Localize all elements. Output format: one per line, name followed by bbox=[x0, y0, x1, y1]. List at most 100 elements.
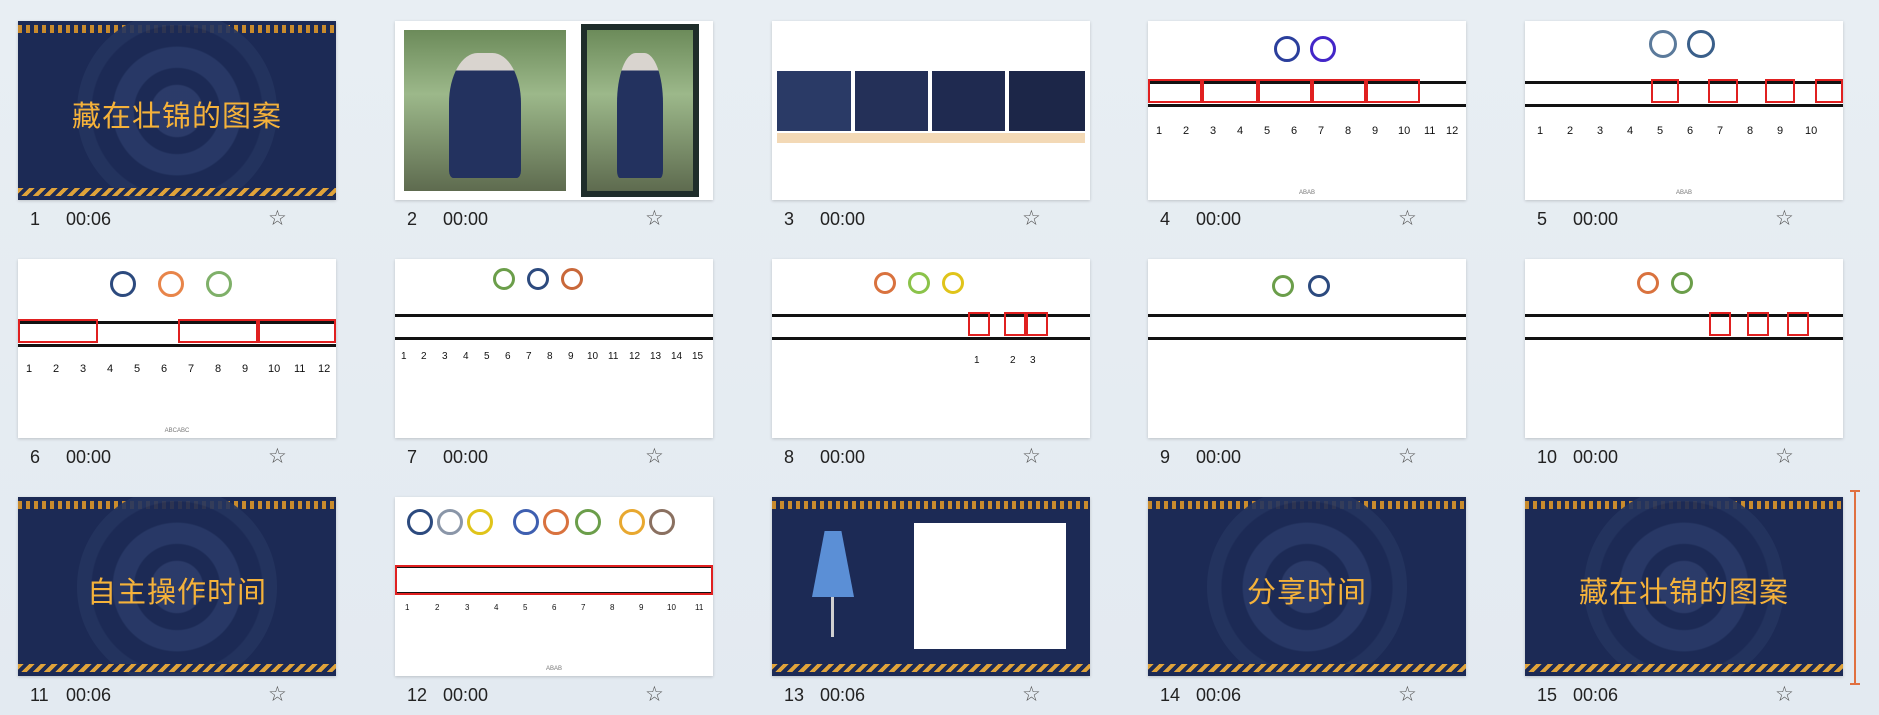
slide-footer: ABCABC bbox=[164, 428, 190, 434]
slide-thumbnail[interactable]: 1 2 3 4 5 6 7 8 9 10 11 12 13 14 15 bbox=[395, 259, 713, 438]
slide-timing: 00:00 bbox=[1573, 209, 1619, 229]
slide-thumbnail[interactable]: 1 2 3 4 5 6 7 8 9 10 11 12 ABCABC bbox=[18, 259, 336, 438]
pattern-icon bbox=[908, 272, 930, 294]
pattern-strip bbox=[1525, 81, 1843, 107]
slide-3[interactable]: 3 00:00 ☆ bbox=[772, 21, 1090, 230]
position-label: 9 bbox=[639, 603, 644, 612]
position-label: 15 bbox=[692, 351, 704, 362]
position-label: 1 bbox=[401, 351, 407, 362]
highlight-box bbox=[1258, 79, 1312, 103]
costume-photo bbox=[581, 24, 699, 197]
slide-thumbnail[interactable]: 藏在壮锦的图案 bbox=[1525, 497, 1843, 676]
slide-thumbnail[interactable] bbox=[772, 21, 1090, 200]
slide-thumbnail[interactable] bbox=[1525, 259, 1843, 438]
slide-10[interactable]: 10 00:00 ☆ bbox=[1525, 259, 1843, 468]
slide-thumbnail[interactable] bbox=[395, 21, 713, 200]
position-label: 7 bbox=[581, 603, 586, 612]
star-outline-icon[interactable]: ☆ bbox=[268, 444, 287, 469]
slide-12[interactable]: 1 2 3 4 5 6 7 8 9 10 11 ABAB 12 00:00 ☆ bbox=[395, 497, 713, 706]
position-label: 3 bbox=[80, 363, 87, 375]
slide-number: 12 bbox=[407, 685, 428, 705]
slide-number: 6 bbox=[30, 447, 41, 467]
slide-timing: 00:06 bbox=[1573, 685, 1619, 705]
pattern-palette bbox=[914, 523, 1066, 649]
slide-timing: 00:00 bbox=[443, 209, 489, 229]
highlight-box bbox=[1026, 312, 1048, 336]
pattern-icon bbox=[1310, 36, 1336, 62]
star-outline-icon[interactable]: ☆ bbox=[1775, 682, 1794, 707]
slide-6[interactable]: 1 2 3 4 5 6 7 8 9 10 11 12 ABCABC 6 00:0… bbox=[18, 259, 336, 468]
slide-thumbnail[interactable]: 1 2 3 4 5 6 7 8 9 10 11 ABAB bbox=[395, 497, 713, 676]
costume-photo bbox=[404, 30, 566, 191]
position-label: 8 bbox=[1345, 125, 1352, 137]
slide-15[interactable]: 藏在壮锦的图案 15 00:06 ☆ bbox=[1525, 497, 1843, 706]
zigzag-border bbox=[18, 664, 336, 672]
slide-thumbnail[interactable]: 自主操作时间 bbox=[18, 497, 336, 676]
position-label: 13 bbox=[650, 351, 662, 362]
position-label: 12 bbox=[1446, 125, 1459, 137]
slide-timing: 00:00 bbox=[1573, 447, 1619, 467]
star-outline-icon[interactable]: ☆ bbox=[1775, 444, 1794, 469]
slide-thumbnail[interactable]: 分享时间 bbox=[1148, 497, 1466, 676]
star-outline-icon[interactable]: ☆ bbox=[1398, 444, 1417, 469]
slide-timing: 00:00 bbox=[1196, 447, 1242, 467]
slide-1[interactable]: 藏在壮锦的图案 1 00:06 ☆ bbox=[18, 21, 336, 230]
pattern-icon bbox=[206, 271, 232, 297]
star-outline-icon[interactable]: ☆ bbox=[1398, 682, 1417, 707]
position-label: 8 bbox=[1747, 125, 1754, 137]
slide-thumbnail[interactable]: 1 2 3 4 5 6 7 8 9 10 ABAB bbox=[1525, 21, 1843, 200]
pattern-icon bbox=[649, 509, 675, 535]
position-label: 2 bbox=[1567, 125, 1574, 137]
slide-title: 分享时间 bbox=[1246, 575, 1367, 609]
star-outline-icon[interactable]: ☆ bbox=[268, 682, 287, 707]
pattern-icon bbox=[575, 509, 601, 535]
slide-7[interactable]: 1 2 3 4 5 6 7 8 9 10 11 12 13 14 15 7 00… bbox=[395, 259, 713, 468]
slide-title: 自主操作时间 bbox=[86, 575, 267, 609]
slide-2[interactable]: 2 00:00 ☆ bbox=[395, 21, 713, 230]
star-outline-icon[interactable]: ☆ bbox=[1398, 206, 1417, 231]
star-outline-icon[interactable]: ☆ bbox=[1022, 682, 1041, 707]
slide-thumbnail[interactable]: 1 2 3 bbox=[772, 259, 1090, 438]
pattern-icon bbox=[942, 272, 964, 294]
position-label: 8 bbox=[215, 363, 222, 375]
position-label: 3 bbox=[1030, 355, 1036, 366]
slide-thumbnail[interactable]: 藏在壮锦的图案 bbox=[18, 21, 336, 200]
slide-14[interactable]: 分享时间 14 00:06 ☆ bbox=[1148, 497, 1466, 706]
slide-number: 4 bbox=[1160, 209, 1171, 229]
position-label: 3 bbox=[465, 603, 470, 612]
slide-thumbnail[interactable] bbox=[772, 497, 1090, 676]
position-label: 4 bbox=[463, 351, 469, 362]
pattern-icon bbox=[467, 509, 493, 535]
star-outline-icon[interactable]: ☆ bbox=[1022, 444, 1041, 469]
slide-4[interactable]: 1 2 3 4 5 6 7 8 9 10 11 12 ABAB 4 00:00 … bbox=[1148, 21, 1466, 230]
position-label: 11 bbox=[695, 603, 704, 612]
slide-11[interactable]: 自主操作时间 11 00:06 ☆ bbox=[18, 497, 336, 706]
star-outline-icon[interactable]: ☆ bbox=[1775, 206, 1794, 231]
zigzag-border bbox=[1525, 664, 1843, 672]
star-outline-icon[interactable]: ☆ bbox=[645, 206, 664, 231]
slide-13[interactable]: 13 00:06 ☆ bbox=[772, 497, 1090, 706]
position-label: 12 bbox=[318, 363, 331, 375]
star-outline-icon[interactable]: ☆ bbox=[268, 206, 287, 231]
pattern-icon bbox=[543, 509, 569, 535]
pattern-icon bbox=[527, 268, 549, 290]
zigzag-border bbox=[1148, 664, 1466, 672]
star-outline-icon[interactable]: ☆ bbox=[645, 444, 664, 469]
slide-number: 15 bbox=[1537, 685, 1558, 705]
star-outline-icon[interactable]: ☆ bbox=[645, 682, 664, 707]
slide-8[interactable]: 1 2 3 8 00:00 ☆ bbox=[772, 259, 1090, 468]
position-label: 2 bbox=[435, 603, 440, 612]
highlight-box bbox=[1004, 312, 1026, 336]
slide-9[interactable]: 9 00:00 ☆ bbox=[1148, 259, 1466, 468]
slide-thumbnail[interactable] bbox=[1148, 259, 1466, 438]
highlight-box bbox=[1366, 79, 1420, 103]
star-outline-icon[interactable]: ☆ bbox=[1022, 206, 1041, 231]
slide-number: 10 bbox=[1537, 447, 1558, 467]
position-label: 9 bbox=[568, 351, 574, 362]
detail-photo bbox=[1009, 71, 1085, 131]
position-label: 3 bbox=[1597, 125, 1604, 137]
slide-5[interactable]: 1 2 3 4 5 6 7 8 9 10 ABAB 5 00:00 ☆ bbox=[1525, 21, 1843, 230]
position-label: 1 bbox=[1156, 125, 1163, 137]
position-label: 2 bbox=[53, 363, 60, 375]
slide-thumbnail[interactable]: 1 2 3 4 5 6 7 8 9 10 11 12 ABAB bbox=[1148, 21, 1466, 200]
